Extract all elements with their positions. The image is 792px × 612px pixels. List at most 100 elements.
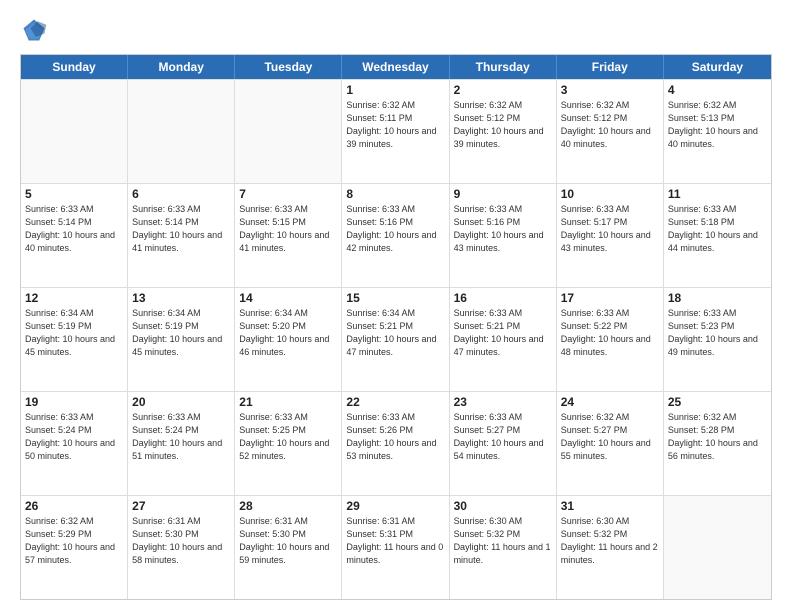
calendar-week-2: 5 Sunrise: 6:33 AM Sunset: 5:14 PM Daylig… [21,183,771,287]
calendar-cell: 1 Sunrise: 6:32 AM Sunset: 5:11 PM Daylig… [342,80,449,183]
day-info: Sunrise: 6:33 AM Sunset: 5:15 PM Dayligh… [239,203,337,255]
calendar-header-friday: Friday [557,55,664,79]
calendar-cell: 8 Sunrise: 6:33 AM Sunset: 5:16 PM Daylig… [342,184,449,287]
day-number: 27 [132,499,230,513]
day-info: Sunrise: 6:33 AM Sunset: 5:21 PM Dayligh… [454,307,552,359]
day-number: 12 [25,291,123,305]
day-info: Sunrise: 6:33 AM Sunset: 5:14 PM Dayligh… [25,203,123,255]
calendar-cell [128,80,235,183]
calendar: SundayMondayTuesdayWednesdayThursdayFrid… [20,54,772,600]
calendar-cell: 16 Sunrise: 6:33 AM Sunset: 5:21 PM Dayli… [450,288,557,391]
day-number: 16 [454,291,552,305]
day-number: 15 [346,291,444,305]
calendar-cell: 26 Sunrise: 6:32 AM Sunset: 5:29 PM Dayli… [21,496,128,599]
day-number: 22 [346,395,444,409]
day-info: Sunrise: 6:33 AM Sunset: 5:22 PM Dayligh… [561,307,659,359]
day-number: 20 [132,395,230,409]
calendar-cell: 17 Sunrise: 6:33 AM Sunset: 5:22 PM Dayli… [557,288,664,391]
day-number: 1 [346,83,444,97]
day-number: 31 [561,499,659,513]
day-info: Sunrise: 6:33 AM Sunset: 5:17 PM Dayligh… [561,203,659,255]
day-number: 19 [25,395,123,409]
day-info: Sunrise: 6:34 AM Sunset: 5:19 PM Dayligh… [132,307,230,359]
day-info: Sunrise: 6:33 AM Sunset: 5:26 PM Dayligh… [346,411,444,463]
calendar-cell [235,80,342,183]
day-info: Sunrise: 6:32 AM Sunset: 5:11 PM Dayligh… [346,99,444,151]
calendar-cell: 11 Sunrise: 6:33 AM Sunset: 5:18 PM Dayli… [664,184,771,287]
calendar-week-4: 19Sunrise: 6:33 AM Sunset: 5:24 PM Dayli… [21,391,771,495]
calendar-cell: 10 Sunrise: 6:33 AM Sunset: 5:17 PM Dayli… [557,184,664,287]
calendar-cell: 15 Sunrise: 6:34 AM Sunset: 5:21 PM Dayli… [342,288,449,391]
logo-icon [20,16,48,44]
day-number: 30 [454,499,552,513]
calendar-cell: 25 Sunrise: 6:32 AM Sunset: 5:28 PM Dayli… [664,392,771,495]
logo [20,16,52,44]
day-number: 9 [454,187,552,201]
calendar-header-wednesday: Wednesday [342,55,449,79]
calendar-cell: 30 Sunrise: 6:30 AM Sunset: 5:32 PM Dayli… [450,496,557,599]
day-number: 8 [346,187,444,201]
calendar-cell: 18 Sunrise: 6:33 AM Sunset: 5:23 PM Dayli… [664,288,771,391]
day-info: Sunrise: 6:31 AM Sunset: 5:31 PM Dayligh… [346,515,444,567]
day-number: 17 [561,291,659,305]
calendar-cell: 20Sunrise: 6:33 AM Sunset: 5:24 PM Dayli… [128,392,235,495]
calendar-cell: 5 Sunrise: 6:33 AM Sunset: 5:14 PM Daylig… [21,184,128,287]
calendar-cell: 13 Sunrise: 6:34 AM Sunset: 5:19 PM Dayli… [128,288,235,391]
calendar-cell: 31 Sunrise: 6:30 AM Sunset: 5:32 PM Dayli… [557,496,664,599]
day-number: 18 [668,291,767,305]
day-number: 10 [561,187,659,201]
day-info: Sunrise: 6:32 AM Sunset: 5:29 PM Dayligh… [25,515,123,567]
calendar-week-1: 1 Sunrise: 6:32 AM Sunset: 5:11 PM Daylig… [21,79,771,183]
header [20,16,772,44]
day-number: 24 [561,395,659,409]
calendar-cell: 21 Sunrise: 6:33 AM Sunset: 5:25 PM Dayli… [235,392,342,495]
calendar-header: SundayMondayTuesdayWednesdayThursdayFrid… [21,55,771,79]
day-info: Sunrise: 6:33 AM Sunset: 5:23 PM Dayligh… [668,307,767,359]
calendar-cell [664,496,771,599]
day-number: 14 [239,291,337,305]
day-number: 11 [668,187,767,201]
day-info: Sunrise: 6:33 AM Sunset: 5:18 PM Dayligh… [668,203,767,255]
day-number: 5 [25,187,123,201]
day-info: Sunrise: 6:31 AM Sunset: 5:30 PM Dayligh… [239,515,337,567]
day-number: 6 [132,187,230,201]
day-number: 25 [668,395,767,409]
day-info: Sunrise: 6:30 AM Sunset: 5:32 PM Dayligh… [454,515,552,567]
calendar-cell: 3Sunrise: 6:32 AM Sunset: 5:12 PM Daylig… [557,80,664,183]
day-info: Sunrise: 6:31 AM Sunset: 5:30 PM Dayligh… [132,515,230,567]
page: SundayMondayTuesdayWednesdayThursdayFrid… [0,0,792,612]
calendar-cell: 6Sunrise: 6:33 AM Sunset: 5:14 PM Daylig… [128,184,235,287]
calendar-cell [21,80,128,183]
day-info: Sunrise: 6:33 AM Sunset: 5:27 PM Dayligh… [454,411,552,463]
calendar-header-thursday: Thursday [450,55,557,79]
calendar-header-monday: Monday [128,55,235,79]
day-info: Sunrise: 6:30 AM Sunset: 5:32 PM Dayligh… [561,515,659,567]
calendar-week-5: 26 Sunrise: 6:32 AM Sunset: 5:29 PM Dayli… [21,495,771,599]
day-info: Sunrise: 6:33 AM Sunset: 5:25 PM Dayligh… [239,411,337,463]
calendar-cell: 7Sunrise: 6:33 AM Sunset: 5:15 PM Daylig… [235,184,342,287]
day-number: 29 [346,499,444,513]
day-info: Sunrise: 6:33 AM Sunset: 5:16 PM Dayligh… [454,203,552,255]
day-info: Sunrise: 6:34 AM Sunset: 5:21 PM Dayligh… [346,307,444,359]
calendar-header-tuesday: Tuesday [235,55,342,79]
calendar-cell: 12 Sunrise: 6:34 AM Sunset: 5:19 PM Dayli… [21,288,128,391]
calendar-cell: 4 Sunrise: 6:32 AM Sunset: 5:13 PM Daylig… [664,80,771,183]
day-number: 26 [25,499,123,513]
day-info: Sunrise: 6:32 AM Sunset: 5:12 PM Dayligh… [561,99,659,151]
calendar-week-3: 12 Sunrise: 6:34 AM Sunset: 5:19 PM Dayli… [21,287,771,391]
day-number: 4 [668,83,767,97]
calendar-cell: 9 Sunrise: 6:33 AM Sunset: 5:16 PM Daylig… [450,184,557,287]
day-number: 21 [239,395,337,409]
day-info: Sunrise: 6:32 AM Sunset: 5:12 PM Dayligh… [454,99,552,151]
calendar-cell: 19Sunrise: 6:33 AM Sunset: 5:24 PM Dayli… [21,392,128,495]
day-number: 23 [454,395,552,409]
day-number: 13 [132,291,230,305]
day-info: Sunrise: 6:34 AM Sunset: 5:19 PM Dayligh… [25,307,123,359]
day-info: Sunrise: 6:32 AM Sunset: 5:28 PM Dayligh… [668,411,767,463]
day-info: Sunrise: 6:33 AM Sunset: 5:16 PM Dayligh… [346,203,444,255]
day-number: 28 [239,499,337,513]
calendar-body: 1 Sunrise: 6:32 AM Sunset: 5:11 PM Daylig… [21,79,771,599]
calendar-cell: 28 Sunrise: 6:31 AM Sunset: 5:30 PM Dayli… [235,496,342,599]
day-info: Sunrise: 6:32 AM Sunset: 5:13 PM Dayligh… [668,99,767,151]
calendar-cell: 24Sunrise: 6:32 AM Sunset: 5:27 PM Dayli… [557,392,664,495]
